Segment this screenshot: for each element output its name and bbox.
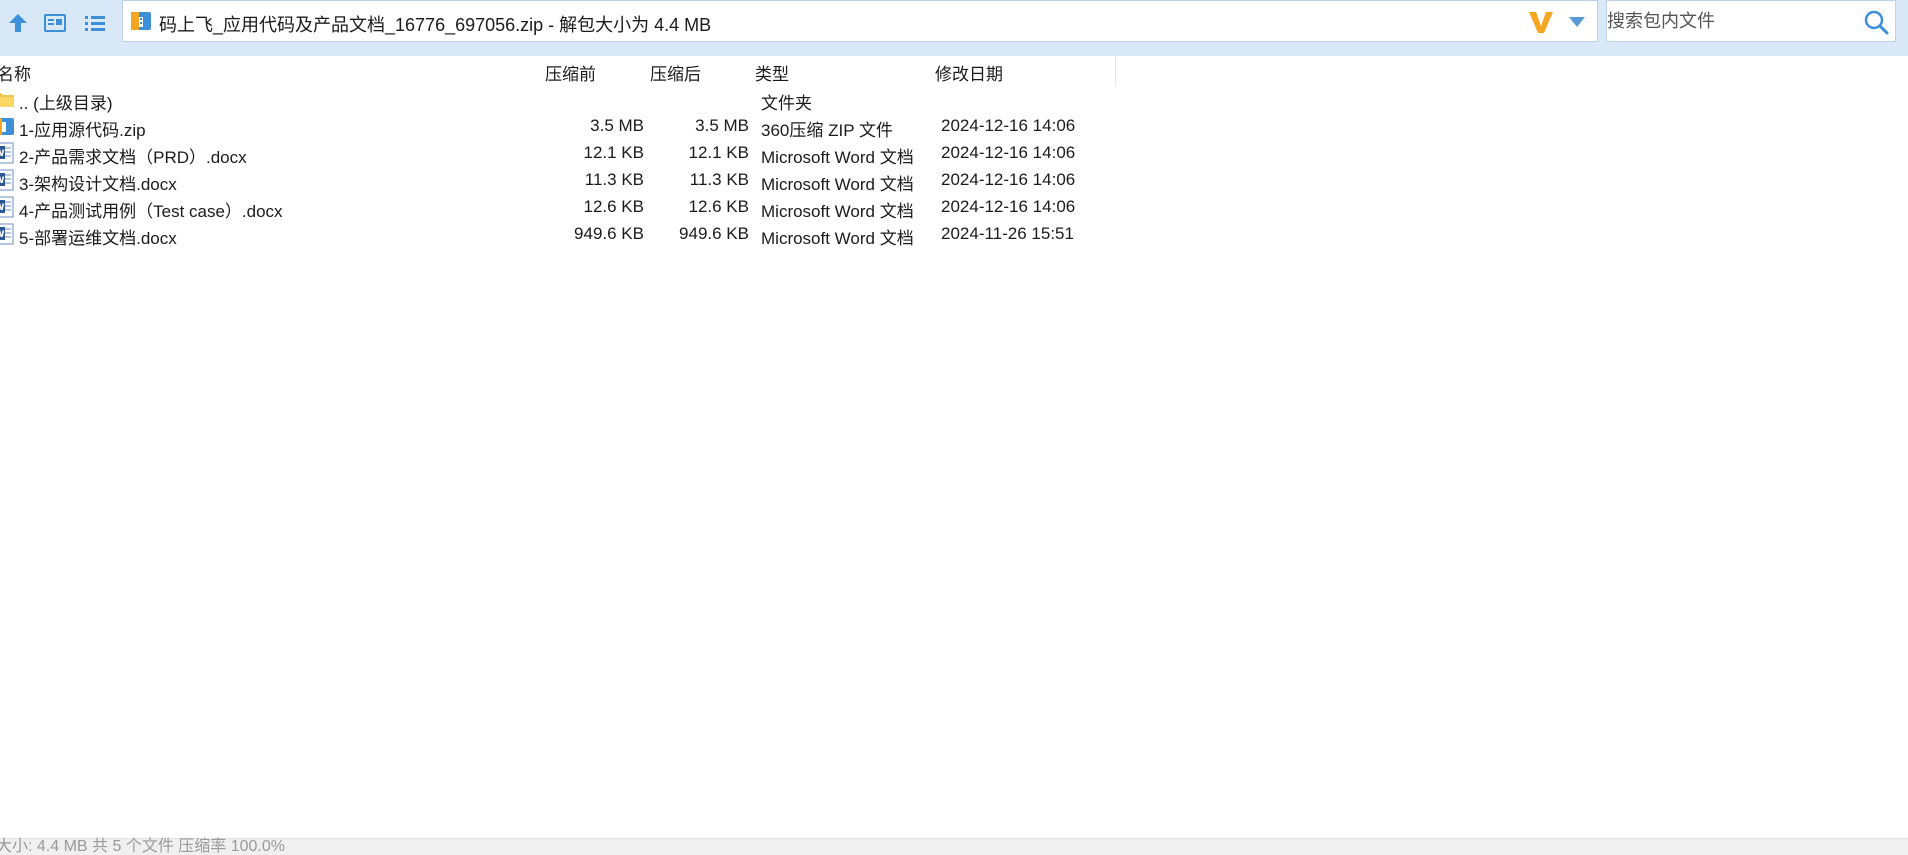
up-button[interactable]	[3, 10, 33, 36]
file-type: Microsoft Word 文档	[761, 202, 914, 221]
list-view-button[interactable]	[80, 10, 110, 36]
status-bar: 大小: 4.4 MB 共 5 个文件 压缩率 100.0%	[0, 838, 1908, 855]
column-divider[interactable]	[1115, 56, 1116, 86]
list-item-parent[interactable]: .. (上级目录) 文件夹	[0, 86, 1116, 113]
v-logo-icon[interactable]	[1527, 8, 1555, 36]
zip-icon	[0, 118, 14, 135]
size-before: 12.1 KB	[583, 143, 645, 162]
list-item[interactable]: W 3-架构设计文档.docx 11.3 KB 11.3 KB Microsof…	[0, 167, 1116, 194]
word-icon: W	[0, 169, 14, 191]
svg-text:W: W	[0, 149, 5, 159]
list-item[interactable]: 1-应用源代码.zip 3.5 MB 3.5 MB 360压缩 ZIP 文件 2…	[0, 113, 1116, 140]
file-type: 文件夹	[761, 94, 812, 113]
file-date: 2024-12-16 14:06	[941, 170, 1076, 189]
size-after: 12.1 KB	[688, 143, 750, 162]
word-icon: W	[0, 223, 14, 245]
file-name: 3-架构设计文档.docx	[19, 175, 177, 194]
thumbnail-view-button[interactable]	[40, 10, 70, 36]
size-after: 949.6 KB	[679, 224, 749, 243]
file-date: 2024-11-26 15:51	[941, 224, 1074, 243]
arrow-up-icon	[9, 14, 27, 32]
column-before[interactable]: 压缩前	[545, 60, 596, 85]
list-view-icon	[85, 16, 105, 31]
file-name: .. (上级目录)	[19, 94, 113, 113]
file-name: 5-部署运维文档.docx	[19, 229, 177, 248]
column-after[interactable]: 压缩后	[650, 60, 701, 85]
file-list: .. (上级目录) 文件夹 1-应用源代码.zip 3.5 MB 3.5 MB …	[0, 86, 1116, 248]
toolbar: 码上飞_应用代码及产品文档_16776_697056.zip - 解包大小为 4…	[0, 0, 1908, 56]
file-name: 1-应用源代码.zip	[19, 121, 146, 140]
thumbnail-view-icon	[44, 14, 66, 32]
size-after: 12.6 KB	[688, 197, 750, 216]
svg-text:W: W	[0, 230, 5, 240]
column-date[interactable]: 修改日期	[935, 60, 1003, 85]
list-item[interactable]: W 5-部署运维文档.docx 949.6 KB 949.6 KB Micros…	[0, 221, 1116, 248]
chevron-down-icon[interactable]	[1567, 13, 1587, 31]
search-box	[1606, 0, 1896, 42]
size-before: 3.5 MB	[590, 116, 644, 135]
size-after: 3.5 MB	[695, 116, 749, 135]
column-name[interactable]: 名称	[0, 60, 31, 85]
file-name: 2-产品需求文档（PRD）.docx	[19, 148, 247, 167]
file-date: 2024-12-16 14:06	[941, 197, 1076, 216]
column-header: 名称 压缩前 压缩后 类型 修改日期	[0, 56, 1116, 86]
search-input[interactable]	[1607, 1, 1847, 41]
file-type: 360压缩 ZIP 文件	[761, 121, 893, 140]
file-name: 4-产品测试用例（Test case）.docx	[19, 202, 283, 221]
file-type: Microsoft Word 文档	[761, 175, 914, 194]
size-before: 11.3 KB	[584, 170, 644, 189]
status-text: 大小: 4.4 MB 共 5 个文件 压缩率 100.0%	[0, 838, 285, 855]
word-icon: W	[0, 196, 14, 218]
size-after: 11.3 KB	[689, 170, 749, 189]
svg-text:W: W	[0, 176, 5, 186]
file-date: 2024-12-16 14:06	[941, 116, 1076, 135]
svg-text:W: W	[0, 203, 5, 213]
file-type: Microsoft Word 文档	[761, 148, 914, 167]
word-icon: W	[0, 142, 14, 164]
file-type: Microsoft Word 文档	[761, 229, 914, 248]
size-before: 949.6 KB	[574, 224, 644, 243]
size-before: 12.6 KB	[583, 197, 645, 216]
column-type[interactable]: 类型	[755, 60, 789, 85]
folder-icon	[0, 93, 14, 107]
file-date: 2024-12-16 14:06	[941, 143, 1076, 162]
list-item[interactable]: W 2-产品需求文档（PRD）.docx 12.1 KB 12.1 KB Mic…	[0, 140, 1116, 167]
list-item[interactable]: W 4-产品测试用例（Test case）.docx 12.6 KB 12.6 …	[0, 194, 1116, 221]
address-bar[interactable]: 码上飞_应用代码及产品文档_16776_697056.zip - 解包大小为 4…	[122, 0, 1598, 42]
archive-icon	[131, 12, 151, 30]
search-icon[interactable]	[1863, 9, 1889, 35]
address-text: 码上飞_应用代码及产品文档_16776_697056.zip - 解包大小为 4…	[159, 15, 712, 35]
